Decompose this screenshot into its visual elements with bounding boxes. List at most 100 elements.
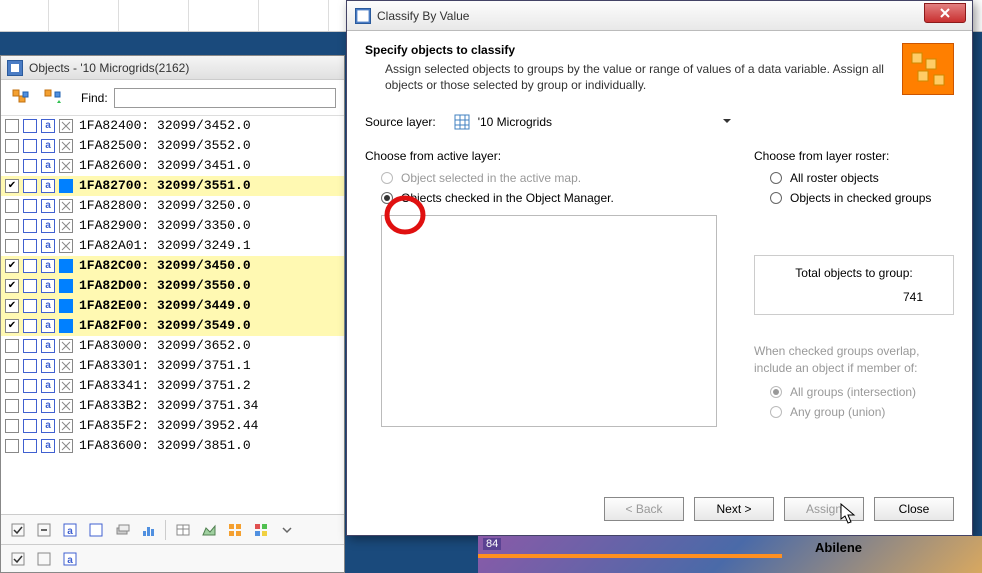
row-checkbox[interactable] — [5, 339, 19, 353]
btn-chart[interactable] — [137, 519, 159, 541]
list-item[interactable]: a1FA83301: 32099/3751.1 — [1, 356, 344, 376]
row-checkbox[interactable] — [5, 359, 19, 373]
row-checkbox[interactable] — [5, 439, 19, 453]
row-checkbox[interactable] — [5, 419, 19, 433]
btn-area[interactable] — [198, 519, 220, 541]
attr-icon[interactable]: a — [41, 379, 55, 393]
status-check-icon[interactable] — [7, 548, 29, 570]
row-checkbox[interactable] — [5, 199, 19, 213]
dialog-titlebar[interactable]: Classify By Value — [347, 1, 972, 31]
outline-icon[interactable] — [23, 399, 37, 413]
attr-icon[interactable]: a — [41, 319, 55, 333]
tree-icon-2[interactable] — [41, 86, 65, 110]
status-a-icon[interactable]: a — [59, 548, 81, 570]
btn-uncheck-all[interactable] — [33, 519, 55, 541]
btn-a[interactable]: a — [59, 519, 81, 541]
outline-icon[interactable] — [23, 279, 37, 293]
attr-icon[interactable]: a — [41, 119, 55, 133]
source-layer-select[interactable]: '10 Microgrids — [448, 111, 738, 133]
btn-sq[interactable] — [85, 519, 107, 541]
row-checkbox[interactable] — [5, 319, 19, 333]
list-item[interactable]: a1FA82E00: 32099/3449.0 — [1, 296, 344, 316]
attr-icon[interactable]: a — [41, 239, 55, 253]
om-titlebar[interactable]: Objects - '10 Microgrids(2162) — [1, 56, 344, 80]
attr-icon[interactable]: a — [41, 159, 55, 173]
row-checkbox[interactable] — [5, 259, 19, 273]
close-dialog-button[interactable]: Close — [874, 497, 954, 521]
attr-icon[interactable]: a — [41, 359, 55, 373]
radio-all-roster[interactable]: All roster objects — [770, 171, 954, 185]
btn-group[interactable] — [224, 519, 246, 541]
row-checkbox[interactable] — [5, 159, 19, 173]
row-checkbox[interactable] — [5, 379, 19, 393]
outline-icon[interactable] — [23, 319, 37, 333]
outline-icon[interactable] — [23, 379, 37, 393]
list-item[interactable]: a1FA82500: 32099/3552.0 — [1, 136, 344, 156]
btn-layers[interactable] — [111, 519, 133, 541]
list-item[interactable]: a1FA82C00: 32099/3450.0 — [1, 256, 344, 276]
outline-icon[interactable] — [23, 119, 37, 133]
list-item[interactable]: a1FA82800: 32099/3250.0 — [1, 196, 344, 216]
list-item[interactable]: a1FA835F2: 32099/3952.44 — [1, 416, 344, 436]
tree-icon[interactable] — [9, 86, 33, 110]
list-item[interactable]: a1FA82900: 32099/3350.0 — [1, 216, 344, 236]
attr-icon[interactable]: a — [41, 279, 55, 293]
outline-icon[interactable] — [23, 179, 37, 193]
btn-table[interactable] — [172, 519, 194, 541]
empty-swatch-icon — [59, 239, 73, 253]
outline-icon[interactable] — [23, 199, 37, 213]
outline-icon[interactable] — [23, 139, 37, 153]
radio-checked-groups[interactable]: Objects in checked groups — [770, 191, 954, 205]
attr-icon[interactable]: a — [41, 419, 55, 433]
attr-icon[interactable]: a — [41, 219, 55, 233]
list-item[interactable]: a1FA82A01: 32099/3249.1 — [1, 236, 344, 256]
radio-icon[interactable] — [770, 192, 782, 204]
outline-icon[interactable] — [23, 239, 37, 253]
row-checkbox[interactable] — [5, 279, 19, 293]
outline-icon[interactable] — [23, 359, 37, 373]
attr-icon[interactable]: a — [41, 139, 55, 153]
outline-icon[interactable] — [23, 259, 37, 273]
close-button[interactable] — [924, 3, 966, 23]
outline-icon[interactable] — [23, 339, 37, 353]
outline-icon[interactable] — [23, 159, 37, 173]
source-label: Source layer: — [365, 115, 436, 129]
attr-icon[interactable]: a — [41, 299, 55, 313]
row-checkbox[interactable] — [5, 139, 19, 153]
row-checkbox[interactable] — [5, 179, 19, 193]
row-checkbox[interactable] — [5, 239, 19, 253]
attr-icon[interactable]: a — [41, 439, 55, 453]
row-checkbox[interactable] — [5, 219, 19, 233]
btn-more[interactable] — [276, 519, 298, 541]
radio-icon[interactable] — [770, 172, 782, 184]
find-input[interactable] — [114, 88, 336, 108]
row-checkbox[interactable] — [5, 299, 19, 313]
outline-icon[interactable] — [23, 419, 37, 433]
outline-icon[interactable] — [23, 439, 37, 453]
row-checkbox[interactable] — [5, 119, 19, 133]
list-item[interactable]: a1FA82700: 32099/3551.0 — [1, 176, 344, 196]
list-item[interactable]: a1FA83000: 32099/3652.0 — [1, 336, 344, 356]
list-item[interactable]: a1FA83341: 32099/3751.2 — [1, 376, 344, 396]
row-checkbox[interactable] — [5, 399, 19, 413]
list-item[interactable]: a1FA82400: 32099/3452.0 — [1, 116, 344, 136]
radio-icon[interactable] — [381, 192, 393, 204]
attr-icon[interactable]: a — [41, 179, 55, 193]
outline-icon[interactable] — [23, 219, 37, 233]
om-list[interactable]: a1FA82400: 32099/3452.0a1FA82500: 32099/… — [1, 116, 344, 496]
btn-classify[interactable] — [250, 519, 272, 541]
list-item[interactable]: a1FA82F00: 32099/3549.0 — [1, 316, 344, 336]
list-item[interactable]: a1FA833B2: 32099/3751.34 — [1, 396, 344, 416]
attr-icon[interactable]: a — [41, 339, 55, 353]
status-uncheck-icon[interactable] — [33, 548, 55, 570]
chevron-down-icon — [722, 115, 732, 129]
attr-icon[interactable]: a — [41, 259, 55, 273]
attr-icon[interactable]: a — [41, 199, 55, 213]
btn-check-all[interactable] — [7, 519, 29, 541]
outline-icon[interactable] — [23, 299, 37, 313]
list-item[interactable]: a1FA82D00: 32099/3550.0 — [1, 276, 344, 296]
list-item[interactable]: a1FA83600: 32099/3851.0 — [1, 436, 344, 456]
next-button[interactable]: Next > — [694, 497, 774, 521]
attr-icon[interactable]: a — [41, 399, 55, 413]
list-item[interactable]: a1FA82600: 32099/3451.0 — [1, 156, 344, 176]
